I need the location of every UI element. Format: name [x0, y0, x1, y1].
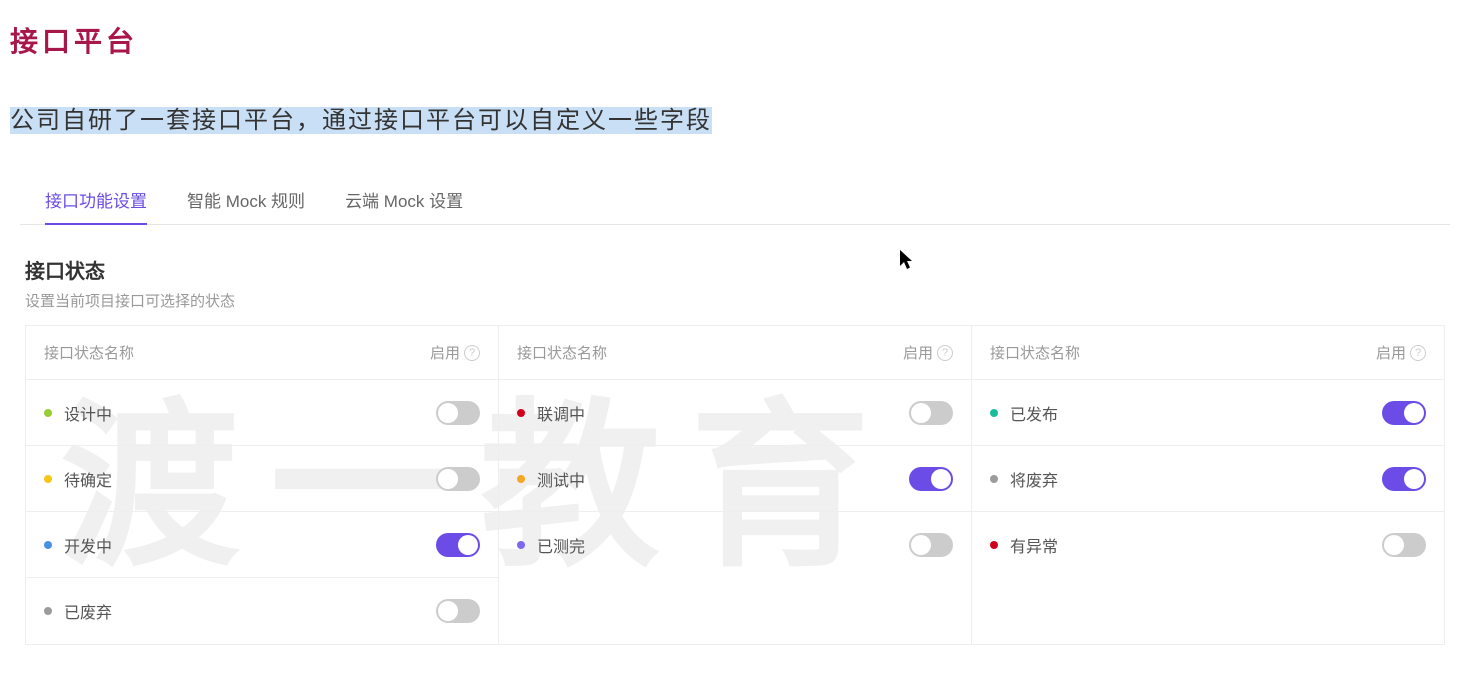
- page-description: 公司自研了一套接口平台，通过接口平台可以自定义一些字段: [0, 90, 722, 145]
- header-name-label: 接口状态名称: [517, 342, 607, 363]
- toggle-switch[interactable]: [436, 401, 480, 425]
- section-subtitle: 设置当前项目接口可选择的状态: [25, 290, 1445, 311]
- status-label: 有异常: [1010, 533, 1058, 557]
- status-row: 将废弃: [972, 446, 1444, 512]
- status-column-2: 接口状态名称 启用 ? 联调中 测试中: [499, 326, 972, 644]
- status-row: 待确定: [26, 446, 498, 512]
- help-icon[interactable]: ?: [937, 345, 953, 361]
- status-label: 已测完: [537, 533, 585, 557]
- status-label: 已发布: [1010, 401, 1058, 425]
- status-row: 有异常: [972, 512, 1444, 578]
- highlighted-text: 公司自研了一套接口平台，通过接口平台可以自定义一些字段: [10, 107, 712, 134]
- section-title: 接口状态: [25, 255, 1445, 284]
- status-label: 联调中: [537, 401, 585, 425]
- status-label: 设计中: [64, 401, 112, 425]
- status-label: 待确定: [64, 467, 112, 491]
- toggle-switch[interactable]: [436, 533, 480, 557]
- toggle-switch[interactable]: [909, 467, 953, 491]
- status-label: 已废弃: [64, 599, 112, 623]
- help-icon[interactable]: ?: [1410, 345, 1426, 361]
- status-dot-icon: [990, 409, 998, 417]
- status-name: 待确定: [44, 467, 112, 491]
- help-icon[interactable]: ?: [464, 345, 480, 361]
- status-row: 已测完: [499, 512, 971, 578]
- status-row: 设计中: [26, 380, 498, 446]
- header-enable-label: 启用: [903, 342, 933, 363]
- toggle-switch[interactable]: [436, 467, 480, 491]
- toggle-switch[interactable]: [909, 533, 953, 557]
- toggle-switch[interactable]: [436, 599, 480, 623]
- status-name: 测试中: [517, 467, 585, 491]
- status-dot-icon: [990, 475, 998, 483]
- status-column-header: 接口状态名称 启用 ?: [972, 326, 1444, 380]
- status-dot-icon: [517, 475, 525, 483]
- status-row: 测试中: [499, 446, 971, 512]
- status-column-header: 接口状态名称 启用 ?: [26, 326, 498, 380]
- status-name: 已测完: [517, 533, 585, 557]
- status-row: 联调中: [499, 380, 971, 446]
- status-dot-icon: [990, 541, 998, 549]
- status-dot-icon: [44, 607, 52, 615]
- status-label: 测试中: [537, 467, 585, 491]
- status-dot-icon: [44, 409, 52, 417]
- tab-interface-settings[interactable]: 接口功能设置: [45, 175, 147, 224]
- status-row: 已发布: [972, 380, 1444, 446]
- toggle-switch[interactable]: [1382, 401, 1426, 425]
- status-label: 将废弃: [1010, 467, 1058, 491]
- status-row: 已废弃: [26, 578, 498, 644]
- status-name: 有异常: [990, 533, 1058, 557]
- status-name: 开发中: [44, 533, 112, 557]
- header-enable-wrap: 启用 ?: [430, 342, 480, 363]
- status-dot-icon: [44, 541, 52, 549]
- status-name: 已废弃: [44, 599, 112, 623]
- status-name: 将废弃: [990, 467, 1058, 491]
- header-name-label: 接口状态名称: [990, 342, 1080, 363]
- header-enable-label: 启用: [430, 342, 460, 363]
- tab-smart-mock-rules[interactable]: 智能 Mock 规则: [187, 175, 305, 224]
- tab-cloud-mock-settings[interactable]: 云端 Mock 设置: [345, 175, 463, 224]
- header-name-label: 接口状态名称: [44, 342, 134, 363]
- status-dot-icon: [517, 541, 525, 549]
- status-name: 设计中: [44, 401, 112, 425]
- status-dot-icon: [44, 475, 52, 483]
- status-grid: 接口状态名称 启用 ? 设计中 待确定: [25, 325, 1445, 645]
- status-section: 接口状态 设置当前项目接口可选择的状态 接口状态名称 启用 ? 设计中: [20, 225, 1450, 645]
- content-area: 接口功能设置 智能 Mock 规则 云端 Mock 设置 接口状态 设置当前项目…: [0, 145, 1470, 645]
- status-column-header: 接口状态名称 启用 ?: [499, 326, 971, 380]
- toggle-switch[interactable]: [909, 401, 953, 425]
- page-title: 接口平台: [0, 0, 1470, 70]
- tabs-container: 接口功能设置 智能 Mock 规则 云端 Mock 设置: [20, 175, 1450, 225]
- header-enable-wrap: 启用 ?: [1376, 342, 1426, 363]
- status-row: 开发中: [26, 512, 498, 578]
- status-column-1: 接口状态名称 启用 ? 设计中 待确定: [26, 326, 499, 644]
- header-enable-label: 启用: [1376, 342, 1406, 363]
- status-column-3: 接口状态名称 启用 ? 已发布 将废弃: [972, 326, 1444, 644]
- status-name: 联调中: [517, 401, 585, 425]
- toggle-switch[interactable]: [1382, 467, 1426, 491]
- status-name: 已发布: [990, 401, 1058, 425]
- status-dot-icon: [517, 409, 525, 417]
- status-label: 开发中: [64, 533, 112, 557]
- header-enable-wrap: 启用 ?: [903, 342, 953, 363]
- toggle-switch[interactable]: [1382, 533, 1426, 557]
